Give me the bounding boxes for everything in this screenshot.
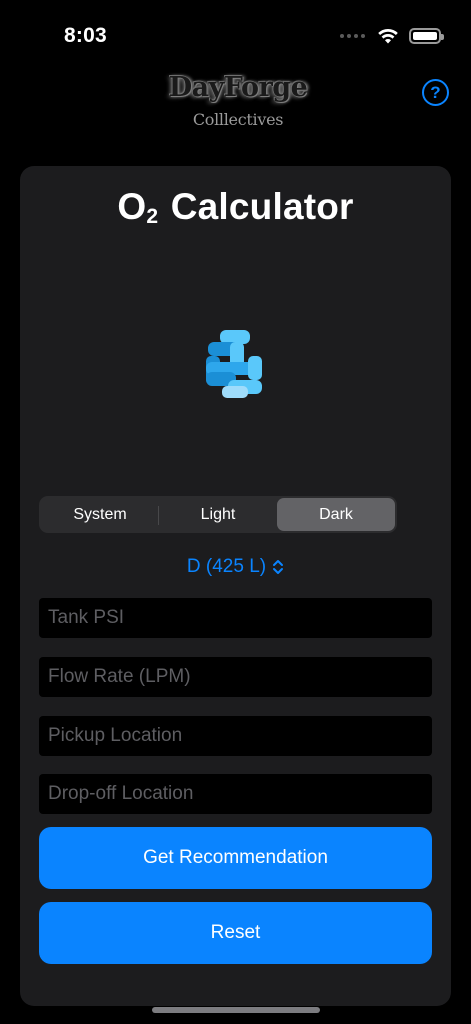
calculator-card: O2 Calculator System Light Dark D (425 L… [20, 166, 451, 1006]
screen: 8:03 DayForge Colllectives ? O2 Calculat… [0, 0, 471, 1024]
tank-psi-input[interactable] [48, 607, 423, 629]
dropoff-location-input[interactable] [48, 783, 423, 805]
status-bar: 8:03 [0, 0, 471, 70]
page-title: O2 Calculator [117, 186, 354, 228]
tank-size-value: D (425 L) [186, 556, 267, 577]
segment-dark[interactable]: Dark [277, 498, 395, 531]
help-icon: ? [430, 82, 441, 102]
segment-light[interactable]: Light [159, 498, 277, 531]
chevron-updown-icon [273, 560, 284, 574]
flow-rate-field [39, 657, 432, 697]
dropoff-location-field [39, 774, 432, 814]
home-indicator [152, 1007, 320, 1013]
cellular-signal-icon [340, 34, 365, 38]
flow-rate-input[interactable] [48, 666, 423, 688]
pickup-location-field [39, 716, 432, 756]
battery-icon [409, 28, 444, 44]
brand-logo: DayForge Colllectives [156, 66, 320, 136]
tank-psi-field [39, 598, 432, 638]
pickup-location-input[interactable] [48, 725, 423, 747]
reset-button[interactable]: Reset [39, 902, 432, 964]
get-recommendation-button[interactable]: Get Recommendation [39, 827, 432, 889]
wifi-icon [378, 28, 398, 44]
oxygen-logo-icon [206, 330, 262, 398]
status-time: 8:03 [64, 24, 107, 47]
brand-logo-line2: Colllectives [192, 110, 284, 129]
help-button[interactable]: ? [422, 79, 449, 106]
tank-size-picker[interactable]: D (425 L) [20, 554, 451, 580]
segment-system[interactable]: System [41, 498, 159, 531]
status-icons [340, 28, 444, 44]
appearance-segmented-control: System Light Dark [39, 496, 397, 533]
brand-logo-line1: DayForge [168, 72, 308, 103]
